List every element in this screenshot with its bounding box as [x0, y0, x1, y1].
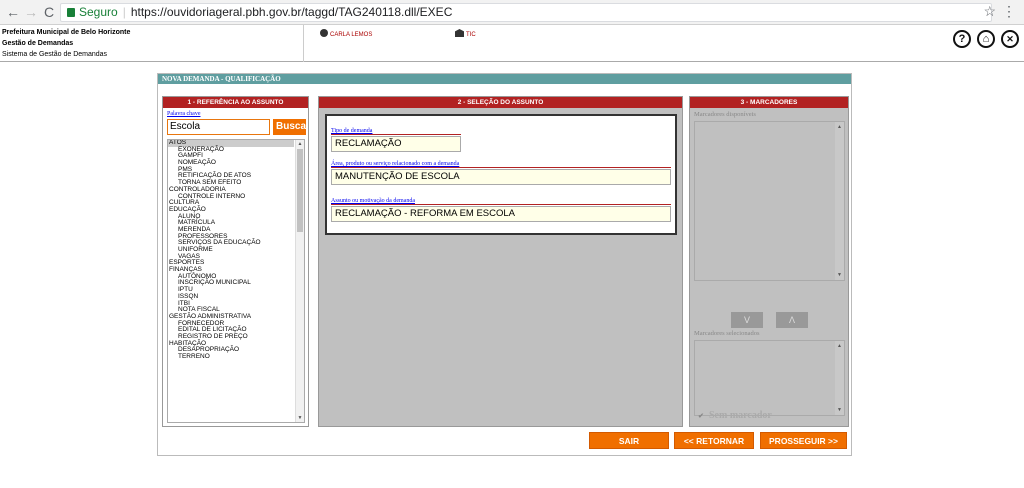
bookmark-star-icon[interactable]: ☆: [983, 3, 996, 20]
available-markers-label: Marcadores disponíveis: [694, 111, 756, 118]
move-down-button[interactable]: V: [731, 312, 763, 328]
keyword-input[interactable]: Escola: [167, 119, 270, 135]
subject-underline: [331, 204, 671, 205]
demand-type-underline: [331, 134, 461, 135]
user-info: CARLA LEMOS: [320, 29, 372, 38]
url-text: https://ouvidoriageral.pbh.gov.br/taggd/…: [130, 5, 453, 19]
markers-panel: 3 - MARCADORES Marcadores disponíveis ▲ ▼…: [689, 96, 849, 427]
header-divider: [303, 25, 304, 62]
selected-markers-list[interactable]: ▲ ▼: [694, 340, 845, 416]
user-name: CARLA LEMOS: [330, 32, 373, 38]
back-arrow-icon[interactable]: ←: [4, 3, 22, 21]
back-button[interactable]: << RETORNAR: [674, 432, 754, 449]
keyword-label: Palavra chave: [167, 111, 201, 117]
lock-icon: [67, 8, 75, 17]
no-marker-label: Sem marcador: [709, 410, 772, 421]
panel1-title: 1 - REFERÊNCIA AO ASSUNTO: [163, 97, 308, 108]
user-icon: [320, 29, 328, 37]
secure-label: Seguro: [79, 5, 118, 19]
selected-markers-label: Marcadores selecionados: [694, 330, 760, 337]
no-marker-checkbox[interactable]: ✔ Sem marcador: [698, 410, 772, 421]
exit-button[interactable]: SAIR: [589, 432, 669, 449]
system-name: Sistema de Gestão de Demandas: [2, 51, 108, 58]
help-icon[interactable]: ?: [953, 30, 971, 48]
selected-scrollbar[interactable]: ▲ ▼: [835, 341, 844, 415]
browser-menu-icon[interactable]: ⋮: [1002, 3, 1016, 20]
scroll-down-icon[interactable]: ▼: [296, 414, 304, 422]
available-markers-list[interactable]: ▲ ▼: [694, 121, 845, 281]
forward-arrow-icon[interactable]: →: [22, 3, 40, 21]
panel2-title: 2 - SELEÇÃO DO ASSUNTO: [319, 97, 682, 108]
building-icon: [455, 29, 464, 37]
home-icon[interactable]: ⌂: [977, 30, 995, 48]
selection-box: Tipo de demanda RECLAMAÇÃO Área, produto…: [325, 114, 677, 235]
module-name: Gestão de Demandas: [2, 40, 74, 47]
browser-toolbar: ← → C Seguro | https://ouvidoriageral.pbh.…: [0, 0, 1024, 25]
move-up-button[interactable]: Λ: [776, 312, 808, 328]
checkmark-icon: ✔: [698, 412, 704, 420]
subject-field[interactable]: RECLAMAÇÃO - REFORMA EM ESCOLA: [331, 206, 671, 222]
org-unit-name: TIC: [466, 32, 476, 38]
subject-selection-panel: 2 - SELEÇÃO DO ASSUNTO Tipo de demanda R…: [318, 96, 683, 427]
tree-scrollbar[interactable]: ▲ ▼: [295, 140, 304, 422]
org-unit-info: TIC: [455, 29, 476, 38]
subject-tree[interactable]: ATOS EXONERAÇÃO GAMPFI NOMEAÇÃO PMS RETIFICAÇ…: [167, 139, 305, 423]
available-scrollbar[interactable]: ▲ ▼: [835, 122, 844, 280]
area-underline: [331, 167, 671, 168]
address-bar[interactable]: Seguro | https://ouvidoriageral.pbh.gov.br…: [60, 3, 992, 22]
search-button[interactable]: Busca: [273, 119, 306, 135]
qualification-dialog: NOVA DEMANDA - QUALIFICAÇÃO 1 - REFERÊNC…: [157, 73, 852, 456]
next-button[interactable]: PROSSEGUIR >>: [760, 432, 847, 449]
scroll-thumb[interactable]: [297, 149, 303, 232]
close-icon[interactable]: ✕: [1001, 30, 1019, 48]
subject-reference-panel: 1 - REFERÊNCIA AO ASSUNTO Palavra chave …: [162, 96, 309, 427]
org-block: Prefeitura Municipal de Belo Horizonte G…: [2, 27, 130, 60]
panel3-title: 3 - MARCADORES: [690, 97, 848, 108]
dialog-title: NOVA DEMANDA - QUALIFICAÇÃO: [158, 74, 851, 84]
subject-tree-list: ATOS EXONERAÇÃO GAMPFI NOMEAÇÃO PMS RETIFICAÇ…: [168, 140, 294, 361]
demand-type-field[interactable]: RECLAMAÇÃO: [331, 136, 461, 152]
scroll-up-icon[interactable]: ▲: [296, 140, 304, 148]
reload-icon[interactable]: C: [40, 3, 58, 21]
tree-item[interactable]: TERRENO: [168, 353, 294, 361]
area-field[interactable]: MANUTENÇÃO DE ESCOLA: [331, 169, 671, 185]
org-name: Prefeitura Municipal de Belo Horizonte: [2, 29, 131, 36]
app-header: Prefeitura Municipal de Belo Horizonte G…: [0, 25, 1024, 62]
